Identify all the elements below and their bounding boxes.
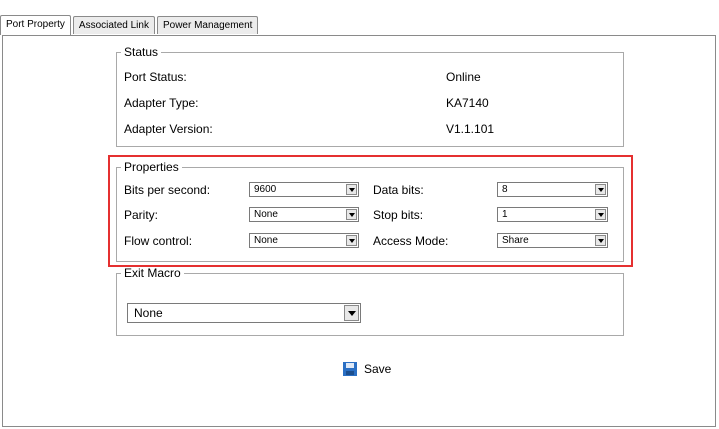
tab-power-management[interactable]: Power Management	[156, 16, 259, 34]
exit-macro-value: None	[134, 306, 163, 320]
save-button[interactable]: Save	[343, 362, 391, 376]
exit-macro-select[interactable]: None	[127, 303, 361, 323]
tab-port-property[interactable]: Port Property	[0, 15, 71, 35]
exit-macro-legend: Exit Macro	[124, 266, 181, 280]
floppy-disk-icon	[343, 362, 357, 376]
adapter-type-label: Adapter Type:	[124, 96, 199, 110]
status-legend: Status	[124, 45, 159, 59]
exit-macro-group: Exit Macro	[116, 266, 624, 336]
adapter-version-label: Adapter Version:	[124, 122, 213, 136]
save-label: Save	[364, 362, 392, 376]
highlight-box	[108, 155, 633, 267]
tab-associated-link[interactable]: Associated Link	[72, 16, 155, 34]
port-status-label: Port Status:	[124, 70, 187, 84]
adapter-version-value: V1.1.101	[446, 122, 495, 136]
adapter-type-value: KA7140	[446, 96, 489, 110]
tab-bar: Port Property Associated Link Power Mana…	[0, 15, 260, 35]
port-status-value: Online	[446, 70, 481, 84]
chevron-down-icon[interactable]	[344, 305, 359, 321]
